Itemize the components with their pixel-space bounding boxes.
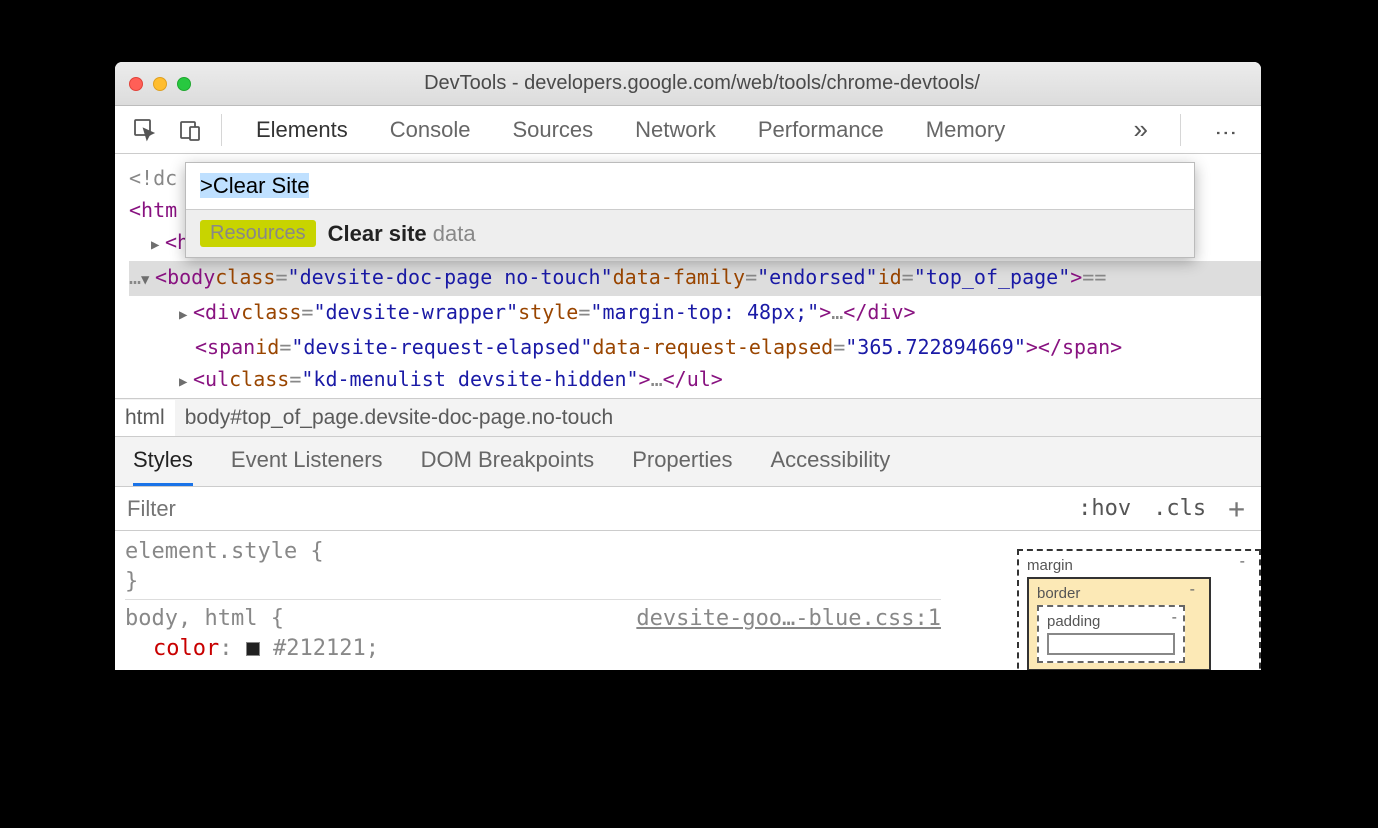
devtools-window: DevTools - developers.google.com/web/too… (115, 62, 1261, 670)
main-tabbar: Elements Console Sources Network Perform… (115, 106, 1261, 154)
window-title: DevTools - developers.google.com/web/too… (191, 72, 1261, 95)
command-menu: >Clear Site Resources Clear site data (185, 162, 1195, 258)
dom-line: <!dc (129, 162, 177, 194)
breadcrumb: html body#top_of_page.devsite-doc-page.n… (115, 398, 1261, 436)
command-query: Clear Site (213, 173, 310, 198)
command-badge: Resources (200, 220, 316, 247)
disclosure-triangle-icon[interactable]: ▶ (179, 366, 193, 398)
color-swatch-icon[interactable] (246, 642, 260, 656)
subtab-styles[interactable]: Styles (133, 447, 193, 486)
boxmodel-padding-label: padding (1047, 613, 1100, 630)
command-result-rest: data (427, 221, 476, 246)
device-toolbar-icon[interactable] (179, 118, 203, 142)
css-property[interactable]: color (153, 636, 219, 661)
close-window-icon[interactable] (129, 77, 143, 91)
add-rule-icon[interactable]: + (1228, 492, 1245, 525)
boxmodel-border-label: border (1037, 585, 1080, 602)
selected-dom-node[interactable]: …▼<body class="devsite-doc-page no-touch… (129, 261, 1261, 296)
subtab-properties[interactable]: Properties (632, 447, 732, 486)
disclosure-triangle-icon[interactable]: ▶ (179, 299, 193, 331)
tab-memory[interactable]: Memory (926, 117, 1005, 143)
panel-tabs: Elements Console Sources Network Perform… (222, 117, 1112, 143)
boxmodel-padding-value: - (1172, 609, 1177, 627)
cls-toggle[interactable]: .cls (1153, 496, 1206, 521)
subtab-event-listeners[interactable]: Event Listeners (231, 447, 383, 486)
minimize-window-icon[interactable] (153, 77, 167, 91)
subtab-dom-breakpoints[interactable]: DOM Breakpoints (421, 447, 595, 486)
tab-performance[interactable]: Performance (758, 117, 884, 143)
boxmodel-margin-value: - (1240, 553, 1245, 571)
rule-end: } (125, 567, 941, 597)
styles-filter-input[interactable] (115, 496, 1062, 522)
stylesheet-link[interactable]: devsite-goo…-blue.css:1 (636, 604, 941, 634)
box-model[interactable]: margin - border - padding - (951, 531, 1261, 670)
css-value[interactable]: #212121 (273, 636, 366, 661)
tab-sources[interactable]: Sources (512, 117, 593, 143)
disclosure-triangle-icon[interactable]: ▶ (151, 229, 165, 261)
hov-toggle[interactable]: :hov (1078, 496, 1131, 521)
tab-console[interactable]: Console (390, 117, 471, 143)
breadcrumb-item[interactable]: body#top_of_page.devsite-doc-page.no-tou… (175, 406, 624, 430)
tab-elements[interactable]: Elements (256, 117, 348, 143)
subtab-accessibility[interactable]: Accessibility (770, 447, 890, 486)
kebab-menu-icon[interactable]: ⋮ (1213, 122, 1239, 138)
command-result-bold: Clear site (328, 221, 427, 246)
tab-network[interactable]: Network (635, 117, 716, 143)
styles-subtabs: Styles Event Listeners DOM Breakpoints P… (115, 436, 1261, 487)
rule-selector: element.style { (125, 537, 941, 567)
traffic-lights (115, 77, 191, 91)
titlebar: DevTools - developers.google.com/web/too… (115, 62, 1261, 106)
boxmodel-content (1047, 633, 1175, 655)
rule-selector: body, html { (125, 606, 284, 631)
command-input[interactable]: >Clear Site (186, 163, 1194, 210)
styles-pane: element.style { } body, html { devsite-g… (115, 531, 1261, 670)
command-result[interactable]: Resources Clear site data (186, 210, 1194, 257)
inspect-element-icon[interactable] (133, 118, 157, 142)
more-tabs-icon[interactable]: » (1134, 114, 1148, 145)
boxmodel-margin-label: margin (1027, 557, 1073, 574)
css-rules[interactable]: element.style { } body, html { devsite-g… (115, 531, 951, 670)
boxmodel-border-value: - (1190, 581, 1195, 599)
styles-filterbar: :hov .cls + (115, 487, 1261, 531)
zoom-window-icon[interactable] (177, 77, 191, 91)
command-prefix: > (200, 173, 213, 198)
breadcrumb-item[interactable]: html (115, 400, 175, 436)
dom-line: <htm (129, 194, 177, 226)
